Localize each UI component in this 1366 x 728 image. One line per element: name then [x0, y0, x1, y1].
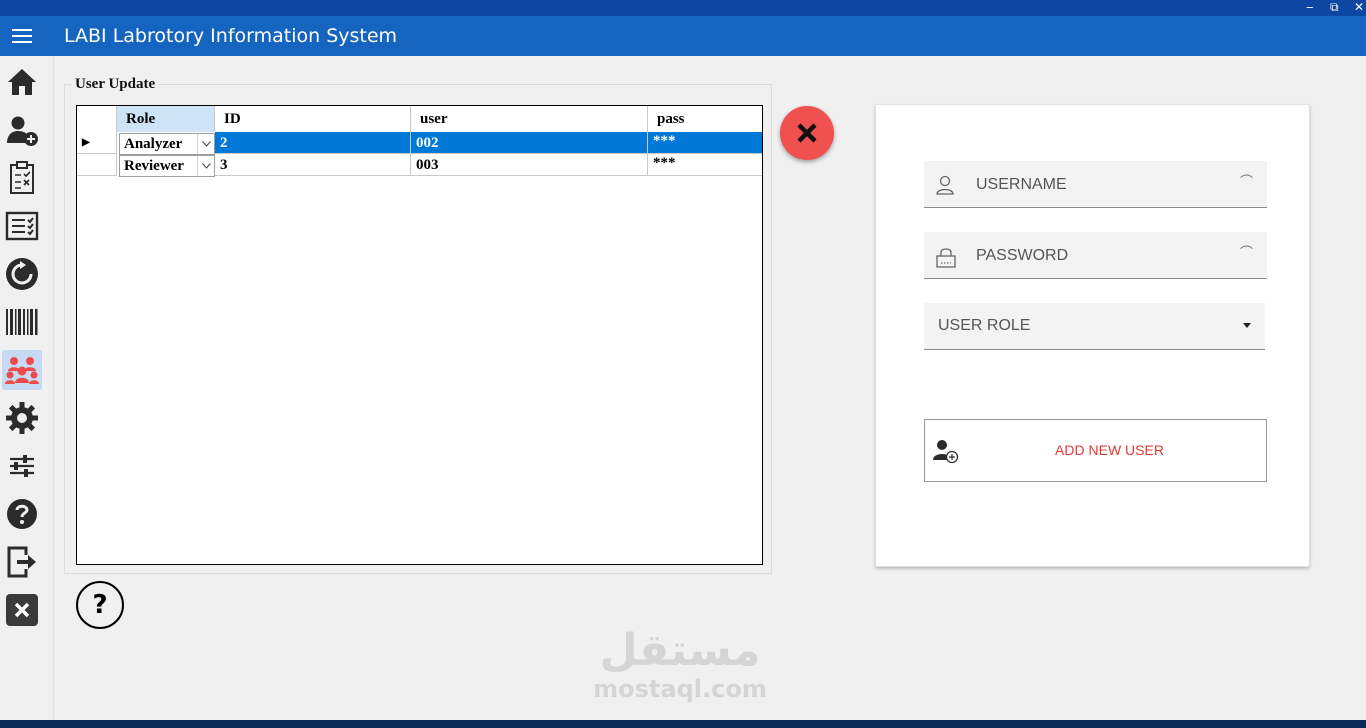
add-patient-icon [7, 116, 38, 146]
test-checklist-icon [10, 161, 34, 194]
logout-icon [7, 546, 36, 578]
window-titlebar: ‒ ⧉ ✕ [0, 0, 1366, 16]
watermark: مستقل mostaql.com [590, 625, 770, 703]
refresh-icon [6, 258, 38, 290]
chevron-down-icon[interactable] [197, 156, 214, 176]
username-field[interactable]: ⌒ [924, 161, 1267, 208]
password-field[interactable]: ⌒ [924, 232, 1267, 279]
help-icon [7, 499, 37, 529]
row-header-corner [77, 106, 117, 132]
users-table[interactable]: Role ID user pass ▶ Analyzer 2 002 *** R… [76, 105, 763, 565]
role-combobox[interactable]: Analyzer [119, 133, 215, 155]
hamburger-menu-icon[interactable] [12, 28, 32, 44]
role-combobox-value: Analyzer [124, 136, 183, 152]
sidebar-item-exit[interactable] [2, 590, 42, 630]
sidebar-item-results-list[interactable] [2, 206, 42, 246]
column-header-pass[interactable]: pass [648, 106, 762, 132]
table-cell-pass[interactable]: *** [648, 132, 762, 154]
sidebar-item-test-checklist[interactable] [2, 158, 42, 198]
lock-icon [936, 248, 956, 268]
user-role-label: USER ROLE [938, 317, 1031, 334]
gear-icon [6, 402, 38, 434]
close-button[interactable] [780, 106, 834, 160]
results-list-icon [5, 211, 39, 241]
user-icon [936, 175, 954, 195]
restore-button[interactable]: ⧉ [1330, 0, 1339, 14]
chevron-down-icon[interactable] [197, 134, 214, 154]
minimize-button[interactable]: ‒ [1306, 0, 1314, 14]
sidebar-item-add-patient[interactable] [2, 110, 42, 150]
sidebar-item-settings[interactable] [2, 398, 42, 438]
sliders-icon [10, 455, 34, 477]
chevron-up-icon: ⌒ [1239, 246, 1253, 261]
chevron-up-icon: ⌒ [1239, 175, 1253, 190]
home-icon [8, 69, 36, 95]
role-combobox[interactable]: Reviewer [119, 155, 215, 177]
dropdown-arrow-icon[interactable] [1243, 323, 1251, 328]
sidebar [0, 56, 54, 720]
role-combobox-value: Reviewer [124, 158, 184, 174]
sidebar-item-users[interactable] [2, 350, 42, 390]
password-input[interactable] [976, 242, 1226, 270]
exit-icon [6, 594, 38, 626]
add-new-user-label: ADD NEW USER [1055, 442, 1164, 458]
barcode-icon [6, 309, 38, 335]
username-input[interactable] [976, 171, 1226, 199]
column-header-id[interactable]: ID [215, 106, 411, 132]
taskbar [0, 720, 1366, 728]
watermark-arabic: مستقل [599, 625, 761, 676]
table-cell-user[interactable]: 002 [411, 132, 648, 154]
app-bar: LABI Labrotory Information System [0, 16, 1366, 56]
add-user-card: ⌒ ⌒ USER ROLE ADD NEW USER [875, 104, 1310, 567]
sidebar-item-barcode[interactable] [2, 302, 42, 342]
row-selector[interactable] [77, 154, 117, 176]
table-cell-user[interactable]: 003 [411, 154, 648, 176]
app-title: LABI Labrotory Information System [64, 25, 398, 47]
sidebar-item-logout[interactable] [2, 542, 42, 582]
close-icon [797, 123, 817, 143]
add-new-user-button[interactable]: ADD NEW USER [924, 419, 1267, 482]
help-button[interactable]: ? [76, 581, 124, 629]
table-cell-pass[interactable]: *** [648, 154, 762, 176]
sidebar-item-help[interactable] [2, 494, 42, 534]
watermark-latin: mostaql.com [593, 675, 767, 703]
question-mark-icon: ? [92, 590, 108, 620]
sidebar-item-refresh[interactable] [2, 254, 42, 294]
column-header-user[interactable]: user [411, 106, 648, 132]
sidebar-item-home[interactable] [2, 62, 42, 102]
user-role-select[interactable]: USER ROLE [924, 303, 1265, 350]
row-selector[interactable]: ▶ [77, 132, 117, 154]
table-cell-id[interactable]: 3 [215, 154, 411, 176]
sidebar-item-preferences[interactable] [2, 446, 42, 486]
user-update-title: User Update [72, 76, 159, 93]
users-group-icon [5, 357, 39, 384]
table-cell-id[interactable]: 2 [215, 132, 411, 154]
column-header-role[interactable]: Role [117, 106, 215, 132]
window-close-button[interactable]: ✕ [1354, 0, 1364, 14]
